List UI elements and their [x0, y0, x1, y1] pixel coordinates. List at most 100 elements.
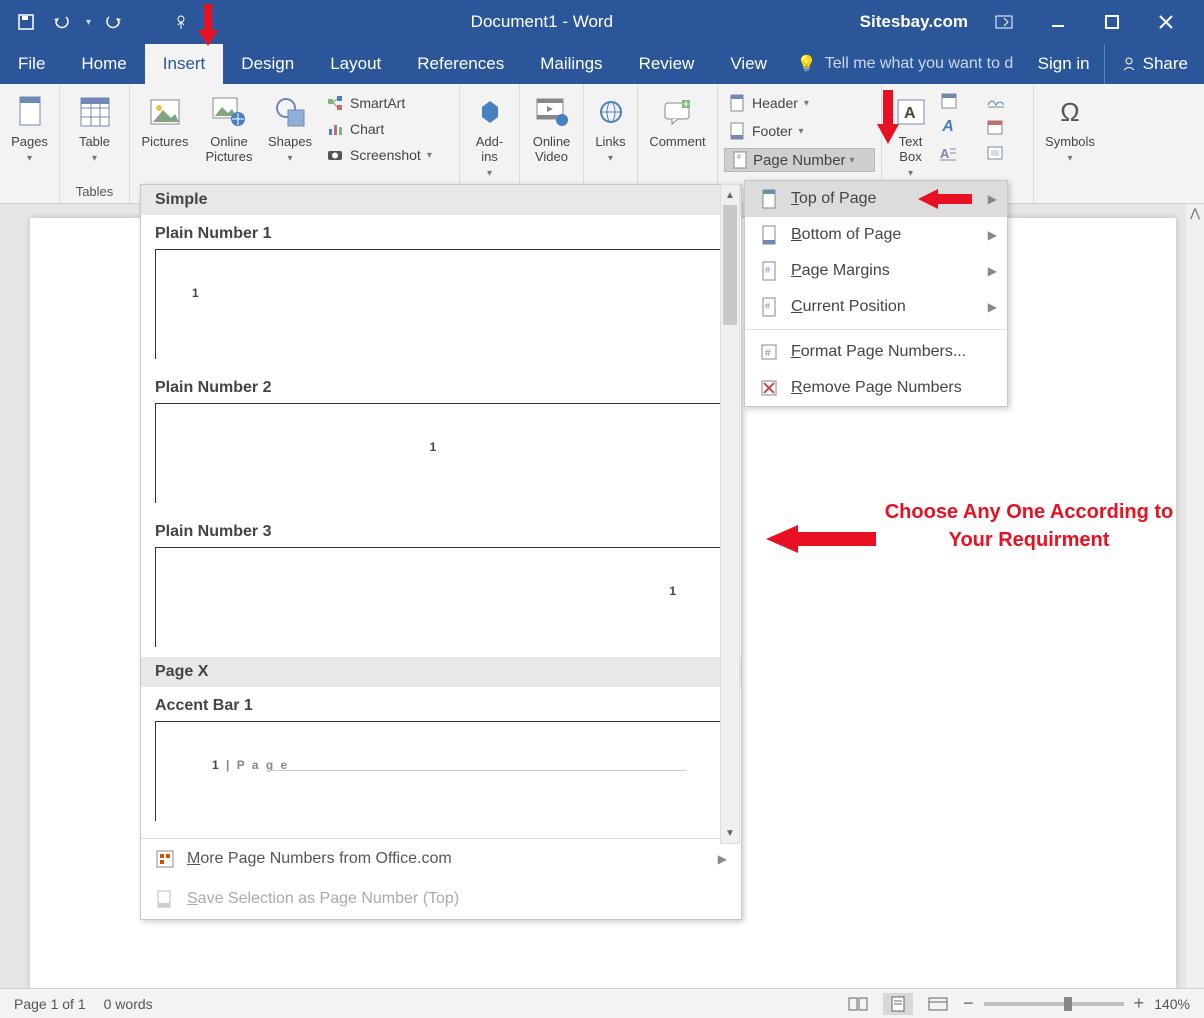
menu-page-margins[interactable]: # Page Margins ▶	[745, 253, 1007, 289]
close-icon[interactable]	[1148, 4, 1184, 40]
undo-icon[interactable]	[50, 10, 74, 34]
page-number-menu: TTop of Pageop of Page ▶ Bottom of Page …	[744, 180, 1008, 407]
page-number-label: Page Number	[753, 152, 846, 169]
ribbon-tabs: File Home Insert Design Layout Reference…	[0, 44, 1204, 84]
tab-design[interactable]: Design	[223, 44, 312, 84]
touch-mode-icon[interactable]	[169, 10, 193, 34]
gallery-item-plain1[interactable]: 1	[155, 249, 727, 359]
tab-home[interactable]: Home	[63, 44, 144, 84]
annotation-text: Choose Any One According to Your Requirm…	[884, 498, 1174, 554]
header-button[interactable]: Header ▾	[724, 92, 875, 114]
header-icon	[728, 94, 746, 112]
tab-mailings[interactable]: Mailings	[522, 44, 620, 84]
pictures-icon	[147, 94, 183, 130]
submenu-arrow-icon: ▶	[988, 228, 997, 242]
online-video-icon	[534, 94, 570, 130]
zoom-level[interactable]: 140%	[1154, 996, 1190, 1012]
table-button[interactable]: Table▾	[66, 90, 123, 168]
gallery-save-selection: Save Selection as Page Number (Top)	[141, 879, 741, 919]
addins-label: Add-ins	[468, 134, 511, 164]
menu-current-position[interactable]: # Current Position ▶	[745, 289, 1007, 325]
comment-button[interactable]: Comment	[644, 90, 711, 153]
zoom-out-button[interactable]: −	[963, 993, 974, 1014]
gallery-scrollbar[interactable]: ▲ ▼	[720, 184, 740, 844]
shapes-button[interactable]: Shapes▾	[264, 90, 316, 168]
footer-label: Footer	[752, 123, 792, 139]
menu-remove-page-numbers[interactable]: Remove Page Numbers	[745, 370, 1007, 406]
web-layout-icon[interactable]	[923, 993, 953, 1015]
date-time-icon[interactable]	[986, 118, 1004, 136]
maximize-icon[interactable]	[1094, 4, 1130, 40]
collapse-ribbon-icon[interactable]: ⋀	[1186, 204, 1204, 222]
undo-dropdown-icon[interactable]: ▾	[86, 17, 91, 28]
online-video-button[interactable]: Online Video	[526, 90, 577, 168]
gallery-item-accent1[interactable]: 1 | P a g e	[155, 721, 727, 821]
share-label: Share	[1143, 54, 1188, 74]
share-icon	[1121, 56, 1137, 72]
drop-cap-icon[interactable]: A	[939, 144, 957, 162]
screenshot-label: Screenshot	[350, 147, 421, 163]
read-mode-icon[interactable]	[843, 993, 873, 1015]
zoom-slider[interactable]	[984, 1002, 1124, 1006]
pages-button[interactable]: Pages▾	[6, 90, 53, 168]
links-button[interactable]: Links▾	[590, 90, 631, 168]
header-label: Header	[752, 95, 798, 111]
gallery-item-accent1-title: Accent Bar 1	[141, 687, 741, 721]
screenshot-button[interactable]: Screenshot ▾	[322, 144, 452, 166]
submenu-arrow-icon: ▶	[718, 852, 727, 866]
pictures-button[interactable]: Pictures	[136, 90, 194, 153]
scroll-thumb[interactable]	[723, 205, 737, 325]
redo-icon[interactable]	[103, 10, 127, 34]
symbols-button[interactable]: Ω Symbols▾	[1040, 90, 1100, 168]
submenu-arrow-icon: ▶	[988, 264, 997, 278]
menu-bottom-of-page[interactable]: Bottom of Page ▶	[745, 217, 1007, 253]
print-layout-icon[interactable]	[883, 993, 913, 1015]
tab-file[interactable]: File	[0, 44, 63, 84]
pages-label: Pages	[11, 134, 48, 149]
zoom-thumb[interactable]	[1064, 997, 1072, 1011]
svg-text:A: A	[940, 146, 950, 161]
object-icon[interactable]	[986, 144, 1004, 162]
group-tables-label: Tables	[60, 184, 129, 203]
pictures-label: Pictures	[142, 134, 189, 149]
gallery-item-plain3[interactable]: 1	[155, 547, 727, 647]
top-of-page-icon	[759, 189, 779, 209]
save-icon[interactable]	[14, 10, 38, 34]
status-word-count[interactable]: 0 words	[104, 996, 153, 1012]
menu-format-page-numbers[interactable]: # Format Page Numbers...	[745, 334, 1007, 370]
chart-button[interactable]: Chart	[322, 118, 452, 140]
wordart-icon[interactable]: A	[939, 118, 957, 136]
gallery-item-plain2[interactable]: 1	[155, 403, 727, 503]
vertical-scrollbar[interactable]: ⋀	[1186, 204, 1204, 988]
addins-button[interactable]: Add-ins▾	[466, 90, 513, 183]
bottom-of-page-icon	[759, 225, 779, 245]
online-pictures-button[interactable]: Online Pictures	[200, 90, 258, 168]
tell-me-box[interactable]: 💡 Tell me what you want to d	[785, 44, 1024, 84]
minimize-icon[interactable]	[1040, 4, 1076, 40]
ribbon-display-icon[interactable]	[986, 4, 1022, 40]
scroll-up-icon[interactable]: ▲	[721, 185, 739, 205]
footer-button[interactable]: Footer ▾	[724, 120, 875, 142]
smartart-button[interactable]: SmartArt	[322, 92, 452, 114]
shapes-label: Shapes	[268, 134, 312, 149]
scroll-down-icon[interactable]: ▼	[721, 823, 739, 843]
tab-view[interactable]: View	[712, 44, 785, 84]
menu-current-label: Current Position	[791, 298, 906, 316]
share-button[interactable]: Share	[1104, 44, 1204, 84]
zoom-in-button[interactable]: +	[1134, 993, 1145, 1014]
svg-text:#: #	[765, 301, 770, 311]
site-label: Sitesbay.com	[860, 12, 968, 32]
page-number-button[interactable]: #Page Number ▾	[724, 148, 875, 172]
tab-references[interactable]: References	[399, 44, 522, 84]
submenu-arrow-icon: ▶	[988, 300, 997, 314]
signature-line-icon[interactable]	[986, 92, 1004, 110]
status-page-count[interactable]: Page 1 of 1	[14, 996, 86, 1012]
sign-in-link[interactable]: Sign in	[1024, 44, 1104, 84]
gallery-more-from-office[interactable]: More Page Numbers from Office.com ▶	[141, 839, 741, 879]
quick-parts-icon[interactable]	[939, 92, 957, 110]
tab-layout[interactable]: Layout	[312, 44, 399, 84]
gallery-list: Plain Number 1 1 Plain Number 2 1 Plain …	[141, 215, 741, 838]
tab-insert[interactable]: Insert	[145, 44, 224, 84]
format-page-numbers-icon: #	[759, 342, 779, 362]
tab-review[interactable]: Review	[621, 44, 713, 84]
